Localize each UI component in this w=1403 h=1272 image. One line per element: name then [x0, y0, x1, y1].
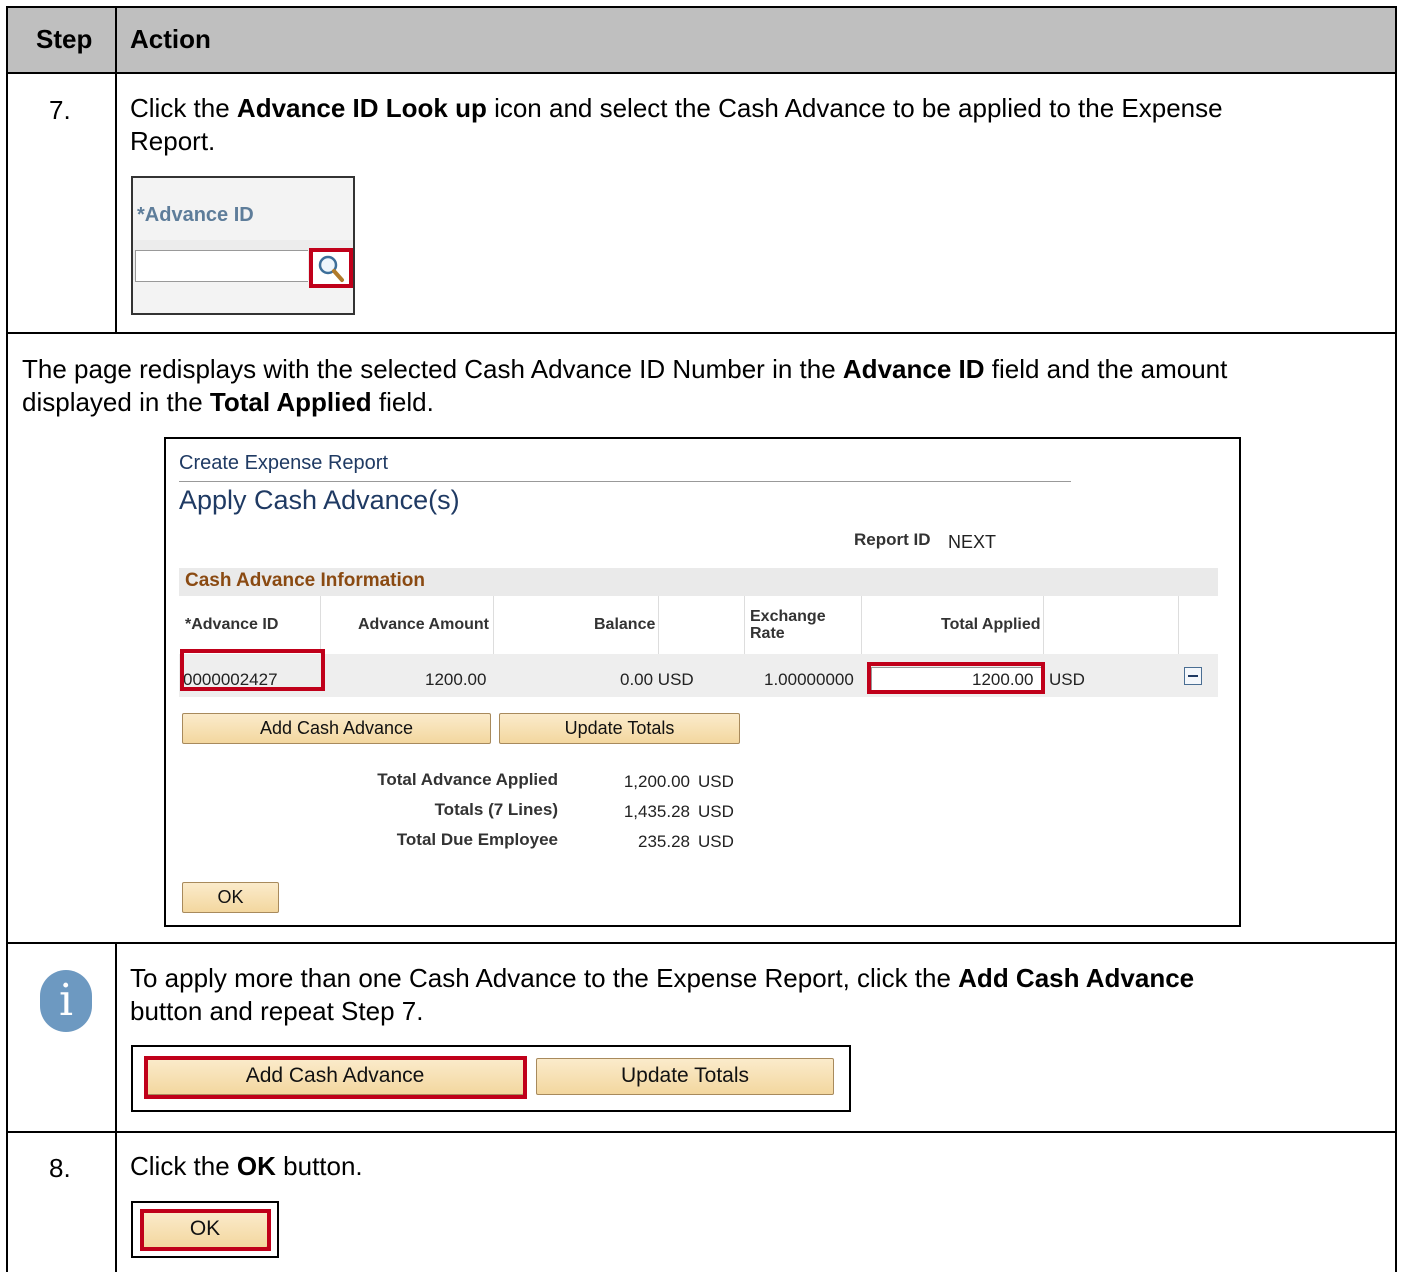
col-balance: Balance — [594, 616, 656, 633]
note-text-cont: button and repeat Step 7. — [130, 996, 424, 1026]
add-cash-advance-button[interactable]: Add Cash Advance — [182, 713, 491, 744]
grid-col-divider — [658, 596, 659, 654]
update-totals-button[interactable]: Update Totals — [536, 1058, 834, 1095]
info-icon: i — [40, 970, 92, 1032]
ok-button[interactable]: OK — [182, 882, 279, 913]
redisplay-text: The page redisplays with the selected Ca… — [22, 354, 1228, 384]
highlight-add-cash-advance — [144, 1056, 527, 1099]
table-border-right — [1395, 6, 1397, 1272]
total-value: 1,435.28 — [623, 802, 690, 821]
report-id-value: NEXT — [948, 532, 997, 552]
cell-advance-amount: 1200.00 — [425, 670, 487, 689]
total-label: Totals (7 Lines) — [434, 800, 558, 819]
breadcrumb-divider — [179, 481, 1071, 482]
buttons-screenshot: Add Cash Advance Update Totals — [131, 1045, 851, 1112]
row-divider — [7, 942, 1397, 944]
grid-col-divider — [861, 596, 862, 654]
advance-id-lookup-button[interactable] — [309, 248, 353, 288]
total-value: 1,200.00 — [623, 772, 690, 791]
col-advance-amount: Advance Amount — [358, 616, 489, 633]
column-divider — [115, 942, 117, 1272]
ok-screenshot: OK — [131, 1201, 279, 1258]
cell-currency: USD — [1049, 670, 1085, 689]
step-number: 8. — [49, 1153, 71, 1183]
cell-balance: 0.00 USD — [620, 670, 694, 689]
search-icon — [318, 255, 344, 282]
grid-col-divider — [320, 596, 321, 654]
col-total-applied: Total Applied — [941, 616, 1041, 633]
advance-id-input[interactable] — [135, 250, 308, 282]
advance-id-screenshot: *Advance ID — [131, 176, 355, 315]
header-step: Step — [36, 24, 93, 54]
breadcrumb[interactable]: Create Expense Report — [179, 452, 388, 475]
header-action: Action — [130, 24, 211, 54]
total-label: Total Advance Applied — [377, 770, 558, 789]
column-divider — [115, 6, 117, 333]
update-totals-button[interactable]: Update Totals — [499, 713, 740, 744]
step-instruction-cont: Report. — [130, 126, 216, 156]
step-instruction: Click the Advance ID Look up icon and se… — [130, 93, 1223, 123]
grid-col-divider — [744, 596, 745, 654]
apply-cash-advance-screenshot: Create Expense Report Apply Cash Advance… — [164, 437, 1241, 927]
cell-exchange-rate: 1.00000000 — [764, 670, 854, 689]
minus-icon — [1188, 675, 1198, 677]
highlight-ok — [140, 1209, 271, 1251]
note-text: To apply more than one Cash Advance to t… — [130, 963, 1195, 993]
section-title: Cash Advance Information — [185, 570, 426, 591]
table-header-divider — [7, 72, 1397, 74]
redisplay-text-cont: displayed in the Total Applied field. — [22, 387, 434, 417]
grid-col-divider — [1178, 596, 1179, 654]
col-exchange-rate: Exchange Rate — [750, 608, 826, 642]
table-border-left — [6, 6, 8, 1272]
total-value: 235.28 — [638, 832, 690, 851]
row-divider — [7, 332, 1397, 334]
step-instruction: Click the OK button. — [130, 1151, 363, 1181]
report-id-label: Report ID — [854, 530, 931, 549]
grid-col-divider — [493, 596, 494, 654]
total-label: Total Due Employee — [396, 830, 558, 849]
total-currency: USD — [698, 832, 734, 851]
grid-header — [179, 596, 1218, 655]
row-divider — [7, 1131, 1397, 1133]
highlight-total-applied — [867, 662, 1045, 694]
table-header-background — [7, 7, 1396, 73]
advance-id-label: *Advance ID — [137, 204, 254, 226]
delete-row-button[interactable] — [1184, 667, 1202, 685]
grid-col-divider — [1043, 596, 1044, 654]
table-border-top — [7, 6, 1397, 8]
page-title: Apply Cash Advance(s) — [179, 485, 460, 515]
step-number: 7. — [49, 95, 71, 125]
total-currency: USD — [698, 802, 734, 821]
col-advance-id: *Advance ID — [185, 616, 279, 633]
highlight-advance-id — [180, 649, 325, 691]
total-currency: USD — [698, 772, 734, 791]
